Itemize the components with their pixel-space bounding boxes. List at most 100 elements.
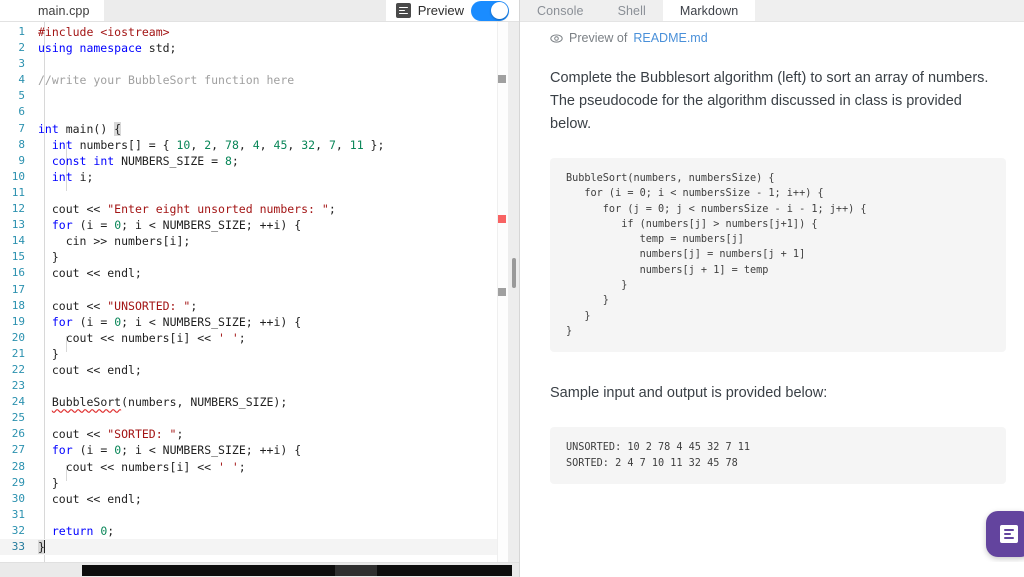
markdown-preview-pane: Console Shell Markdown Preview of README… (520, 0, 1024, 577)
line-number: 10 (11, 169, 25, 183)
preview-toggle-switch[interactable] (471, 0, 509, 21)
line-number: 4 (18, 73, 25, 87)
line-number: 13 (11, 218, 25, 232)
code-line: 8 int numbers[] = { 10, 2, 78, 4, 45, 32… (0, 137, 519, 153)
feedback-panel-icon (1000, 525, 1018, 543)
code-line: 11 (0, 185, 519, 201)
code-line: 30 cout << endl; (0, 491, 519, 507)
scrollbar-thumb[interactable] (377, 565, 512, 576)
line-number: 8 (18, 137, 25, 151)
code-line: 6 (0, 104, 519, 120)
eye-icon (550, 32, 563, 45)
line-number: 26 (11, 427, 25, 441)
line-number: 21 (11, 346, 25, 360)
code-line: 15 } (0, 249, 519, 265)
code-line: 32 return 0; (0, 523, 519, 539)
code-line: 26 cout << "SORTED: "; (0, 426, 519, 442)
line-number: 18 (11, 298, 25, 312)
tab-shell[interactable]: Shell (601, 0, 663, 21)
code-line: 2 using namespace std; (0, 40, 519, 56)
text-cursor (43, 540, 45, 553)
marker-track (497, 22, 507, 577)
overview-ruler[interactable] (508, 22, 519, 577)
code-line-error: 24 BubbleSort(numbers, NUMBERS_SIZE); (0, 394, 519, 410)
markdown-paragraph-2: Sample input and output is provided belo… (550, 385, 828, 402)
error-marker[interactable] (498, 215, 506, 223)
line-number: 33 (11, 540, 25, 553)
preview-toggle-label: Preview (417, 3, 464, 18)
sample-output-block: UNSORTED: 10 2 78 4 45 32 7 11 SORTED: 2… (550, 427, 1006, 485)
code-line-active: 33} (0, 539, 519, 556)
line-number: 14 (11, 234, 25, 248)
code-line: 29 } (0, 475, 519, 491)
vertical-scrollbar-thumb[interactable] (512, 258, 516, 288)
markdown-body: Preview of README.md Complete the Bubble… (520, 22, 1024, 577)
line-number: 22 (11, 362, 25, 376)
file-tab-main-cpp[interactable]: main.cpp (0, 0, 104, 21)
code-line: 16 cout << endl; (0, 265, 519, 281)
tab-markdown[interactable]: Markdown (662, 0, 756, 21)
tab-console-label: Console (537, 3, 584, 18)
occurrence-marker (498, 75, 506, 83)
line-number: 2 (18, 41, 25, 55)
line-number: 16 (11, 266, 25, 280)
line-number: 19 (11, 314, 25, 328)
code-line: 20 cout << numbers[i] << ' '; (0, 330, 519, 346)
code-line: 10 int i; (0, 169, 519, 185)
occurrence-marker (498, 288, 506, 296)
code-editor-pane: main.cpp Preview 1 #include <iostream> 2u… (0, 0, 520, 577)
horizontal-scrollbar[interactable] (0, 562, 519, 577)
preview-of-text: Preview of (569, 31, 628, 45)
scrollbar-thumb[interactable] (82, 565, 335, 576)
code-line: 13 for (i = 0; i < NUMBERS_SIZE; ++i) { (0, 217, 519, 233)
line-number: 20 (11, 330, 25, 344)
tab-markdown-label: Markdown (679, 3, 739, 18)
line-number: 24 (11, 395, 25, 409)
editor-toolbar: Preview (385, 0, 519, 21)
line-number: 17 (11, 282, 25, 296)
editor-tabbar: main.cpp Preview (0, 0, 519, 22)
code-line: 17 (0, 282, 519, 298)
editor-minimap-rail[interactable] (497, 22, 519, 577)
code-line: 5 (0, 88, 519, 104)
line-number: 6 (18, 105, 25, 119)
tab-console[interactable]: Console (520, 0, 601, 21)
code-content[interactable]: 1 #include <iostream> 2 using namespace st… (0, 22, 519, 577)
format-lines-icon[interactable] (395, 3, 411, 18)
pseudocode-block: BubbleSort(numbers, numbersSize) { for (… (550, 158, 1006, 353)
tabbar-spacer (104, 0, 386, 21)
line-number: 27 (11, 443, 25, 457)
file-tab-label: main.cpp (38, 3, 90, 18)
line-number: 11 (11, 185, 25, 199)
code-line: 7 int main() { (0, 121, 519, 137)
line-number: 3 (18, 57, 25, 71)
line-number: 23 (11, 379, 25, 393)
app-root: main.cpp Preview 1 #include <iostream> 2u… (0, 0, 1024, 577)
panel-tabbar: Console Shell Markdown (520, 0, 1024, 22)
undefined-symbol-squiggle: BubbleSort (51, 395, 122, 410)
code-line: 9 const int NUMBERS_SIZE = 8; (0, 153, 519, 169)
markdown-paragraph-1: Complete the Bubblesort algorithm (left)… (550, 70, 989, 132)
line-number: 31 (11, 507, 25, 521)
readme-link[interactable]: README.md (633, 31, 707, 45)
scrollbar-thumb[interactable] (335, 565, 377, 576)
code-line: 12 cout << "Enter eight unsorted numbers… (0, 201, 519, 217)
line-number: 32 (11, 523, 25, 537)
code-line: 3 (0, 56, 519, 72)
code-line: 22 cout << endl; (0, 362, 519, 378)
code-line: 25 (0, 410, 519, 426)
line-number: 7 (18, 121, 25, 135)
line-number: 15 (11, 250, 25, 264)
code-line: 27 for (i = 0; i < NUMBERS_SIZE; ++i) { (0, 442, 519, 458)
feedback-fab-button[interactable] (986, 511, 1024, 557)
line-number: 29 (11, 475, 25, 489)
line-number: 12 (11, 202, 25, 216)
code-line: 14 cin >> numbers[i]; (0, 233, 519, 249)
line-number: 28 (11, 459, 25, 473)
line-number: 5 (18, 89, 25, 103)
code-line: 21 } (0, 346, 519, 362)
line-number: 9 (18, 153, 25, 167)
toggle-knob (490, 2, 508, 19)
line-number: 1 (18, 25, 25, 38)
code-line: 23 (0, 378, 519, 394)
